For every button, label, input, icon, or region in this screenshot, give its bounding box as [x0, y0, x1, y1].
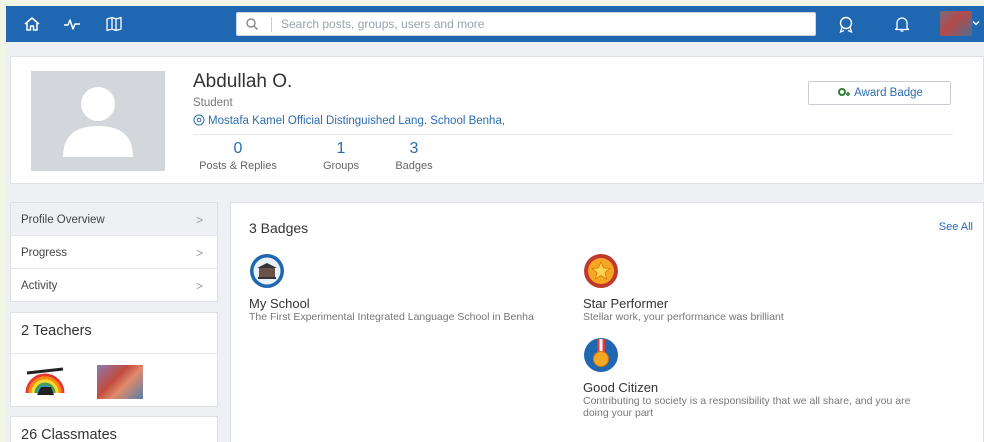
- activity-pulse-icon[interactable]: [62, 14, 82, 34]
- search-separator: [271, 17, 272, 32]
- stat-badges-value: 3: [409, 140, 419, 157]
- profile-school-link[interactable]: Mostafa Kamel Official Distinguished Lan…: [193, 114, 505, 127]
- badge-name: Good Citizen: [583, 380, 659, 395]
- app-frame: Abdullah O. Student Mostafa Kamel Offici…: [6, 6, 984, 442]
- teachers-title[interactable]: 2 Teachers: [21, 323, 92, 339]
- badge-name: My School: [249, 296, 310, 311]
- profile-name: Abdullah O.: [193, 71, 293, 92]
- profile-menu: Profile Overview > Progress > Activity >: [10, 202, 218, 302]
- badge-description: Stellar work, your performance was brill…: [583, 311, 784, 323]
- profile-avatar-placeholder: [31, 71, 165, 171]
- medal-badge-icon: [584, 338, 618, 372]
- teacher-avatar-photo[interactable]: [97, 365, 143, 399]
- user-silhouette-icon: [63, 87, 133, 157]
- top-nav-bar: [6, 6, 984, 42]
- stat-posts-label: Posts & Replies: [199, 160, 277, 172]
- menu-item-label: Profile Overview: [21, 214, 105, 226]
- stat-groups-label: Groups: [322, 160, 360, 172]
- school-badge-icon: [250, 254, 284, 288]
- badge-description: Contributing to society is a responsibil…: [583, 395, 911, 419]
- award-badge-label: Award Badge: [854, 87, 923, 99]
- see-all-link[interactable]: See All: [939, 221, 973, 233]
- user-avatar[interactable]: [940, 11, 972, 36]
- home-icon[interactable]: [22, 14, 42, 34]
- stat-badges-label: Badges: [395, 160, 433, 172]
- book-map-icon[interactable]: [104, 14, 124, 34]
- award-badge-button[interactable]: Award Badge: [808, 81, 951, 105]
- location-pin-icon: [193, 114, 205, 126]
- classmates-panel: 26 Classmates: [10, 416, 218, 442]
- profile-role: Student: [193, 97, 233, 109]
- star-badge-icon: [584, 254, 618, 288]
- teacher-avatar-rainbow[interactable]: [23, 365, 67, 397]
- profile-card: Abdullah O. Student Mostafa Kamel Offici…: [10, 56, 984, 184]
- badge-my-school[interactable]: My School The First Experimental Integra…: [249, 253, 579, 323]
- menu-item-profile-overview[interactable]: Profile Overview >: [11, 203, 217, 236]
- stat-badges[interactable]: 3 Badges: [389, 139, 439, 173]
- badge-name: Star Performer: [583, 296, 669, 311]
- menu-item-activity[interactable]: Activity >: [11, 269, 217, 302]
- badges-panel: 3 Badges See All My School The First Exp…: [230, 202, 984, 442]
- classmates-title[interactable]: 26 Classmates: [21, 427, 117, 442]
- search-icon: [246, 18, 258, 30]
- teachers-panel: 2 Teachers: [10, 312, 218, 407]
- award-badge-icon: [838, 88, 851, 96]
- badge-good-citizen[interactable]: Good Citizen Contributing to society is …: [583, 337, 913, 419]
- teachers-divider: [11, 353, 217, 354]
- chevron-down-icon[interactable]: [971, 18, 981, 28]
- stat-groups[interactable]: 1 Groups: [316, 139, 366, 173]
- profile-divider: [193, 134, 953, 135]
- chevron-right-icon: >: [195, 246, 203, 260]
- search-bar[interactable]: [236, 12, 816, 36]
- badges-title: 3 Badges: [249, 220, 309, 236]
- bell-icon[interactable]: [892, 14, 912, 34]
- chevron-right-icon: >: [195, 213, 203, 227]
- stat-posts[interactable]: 0 Posts & Replies: [193, 139, 283, 173]
- menu-item-label: Progress: [21, 247, 68, 259]
- chevron-right-icon: >: [195, 279, 203, 293]
- stat-posts-value: 0: [233, 140, 243, 157]
- badge-description: The First Experimental Integrated Langua…: [249, 311, 534, 323]
- badge-star-performer[interactable]: Star Performer Stellar work, your perfor…: [583, 253, 913, 323]
- stat-groups-value: 1: [336, 140, 346, 157]
- profile-school-name: Mostafa Kamel Official Distinguished Lan…: [208, 115, 506, 127]
- menu-item-label: Activity: [21, 280, 58, 292]
- search-input[interactable]: [281, 15, 801, 33]
- badge-ring-icon[interactable]: [836, 14, 856, 34]
- menu-item-progress[interactable]: Progress >: [11, 236, 217, 269]
